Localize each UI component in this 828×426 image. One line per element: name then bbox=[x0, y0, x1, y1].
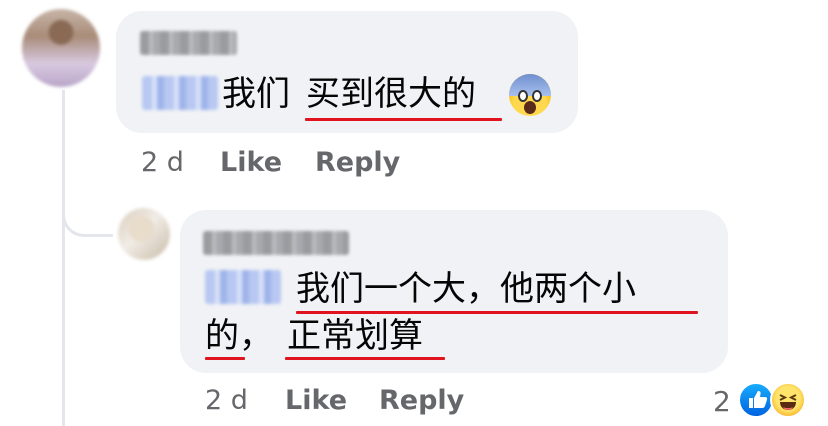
reply-like-button[interactable]: Like bbox=[285, 385, 347, 417]
reply-timestamp[interactable]: 2 d bbox=[205, 385, 248, 417]
reply-mention-tag-blurred[interactable] bbox=[205, 270, 281, 304]
thread-line-vertical bbox=[62, 90, 65, 426]
comment-reply-button[interactable]: Reply bbox=[315, 147, 400, 179]
reply-text-line2-underlined: 正常划算 bbox=[287, 316, 423, 356]
like-icon[interactable] bbox=[738, 382, 774, 418]
replier-name-blurred[interactable] bbox=[203, 231, 349, 255]
face-screaming-in-fear-icon bbox=[509, 74, 551, 116]
reply-underline-line2-prefix bbox=[205, 357, 245, 360]
reply-underline-line2 bbox=[285, 357, 445, 360]
reply-text-line2-prefix: 的， bbox=[205, 316, 273, 356]
reply-reply-button[interactable]: Reply bbox=[379, 385, 464, 417]
commenter-avatar[interactable] bbox=[22, 9, 100, 87]
reply-text-line1: 我们一个大，他两个小 bbox=[296, 269, 636, 309]
comment-underline bbox=[305, 118, 502, 121]
commenter-name-blurred[interactable] bbox=[140, 31, 237, 55]
comment-text-underlined: 买到很大的 bbox=[306, 74, 476, 114]
comment-like-button[interactable]: Like bbox=[220, 147, 282, 179]
thread-line-curve bbox=[62, 200, 113, 237]
mention-tag-blurred[interactable] bbox=[142, 76, 218, 110]
comment-text-prefix: 我们 bbox=[222, 74, 290, 114]
comment-timestamp[interactable]: 2 d bbox=[141, 147, 184, 179]
replier-avatar[interactable] bbox=[118, 208, 170, 260]
haha-icon[interactable] bbox=[770, 382, 806, 418]
reaction-count[interactable]: 2 bbox=[713, 386, 731, 418]
